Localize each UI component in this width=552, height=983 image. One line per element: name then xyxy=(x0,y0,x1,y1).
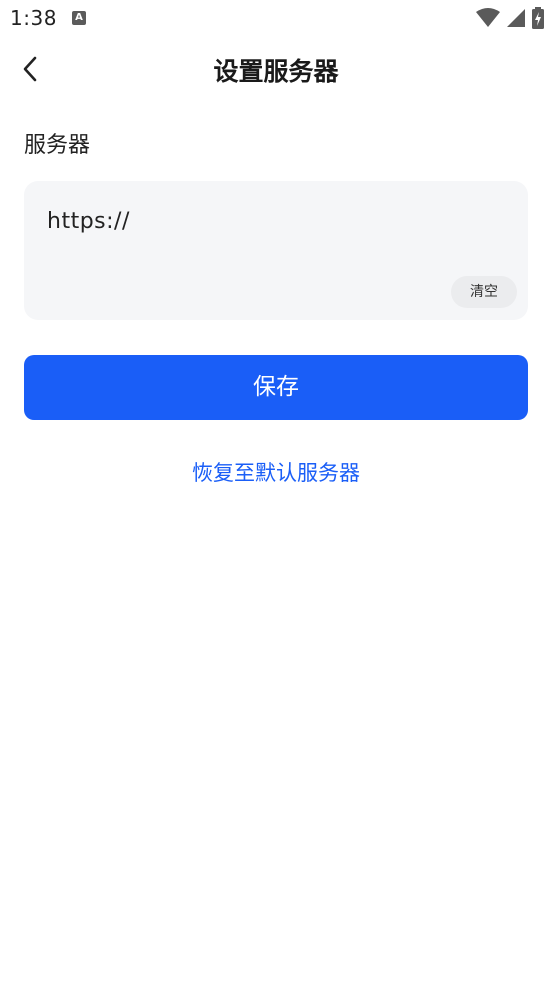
server-input-box[interactable]: https:// 清空 xyxy=(24,181,528,320)
notification-a-icon: A xyxy=(72,11,86,25)
save-button[interactable]: 保存 xyxy=(24,355,528,420)
wifi-icon xyxy=(476,8,500,27)
cellular-signal-icon xyxy=(507,9,525,27)
navigation-bar: 设置服务器 xyxy=(0,38,552,102)
clear-button[interactable]: 清空 xyxy=(451,276,517,308)
status-icons xyxy=(476,7,544,29)
battery-charging-icon xyxy=(532,7,544,29)
status-time: 1:38 xyxy=(10,6,57,30)
page-title: 设置服务器 xyxy=(213,57,339,86)
status-bar: 1:38 A xyxy=(0,0,552,38)
server-url-input[interactable]: https:// xyxy=(47,209,507,234)
server-section-label: 服务器 xyxy=(24,133,91,158)
restore-default-server-link[interactable]: 恢复至默认服务器 xyxy=(0,457,552,487)
